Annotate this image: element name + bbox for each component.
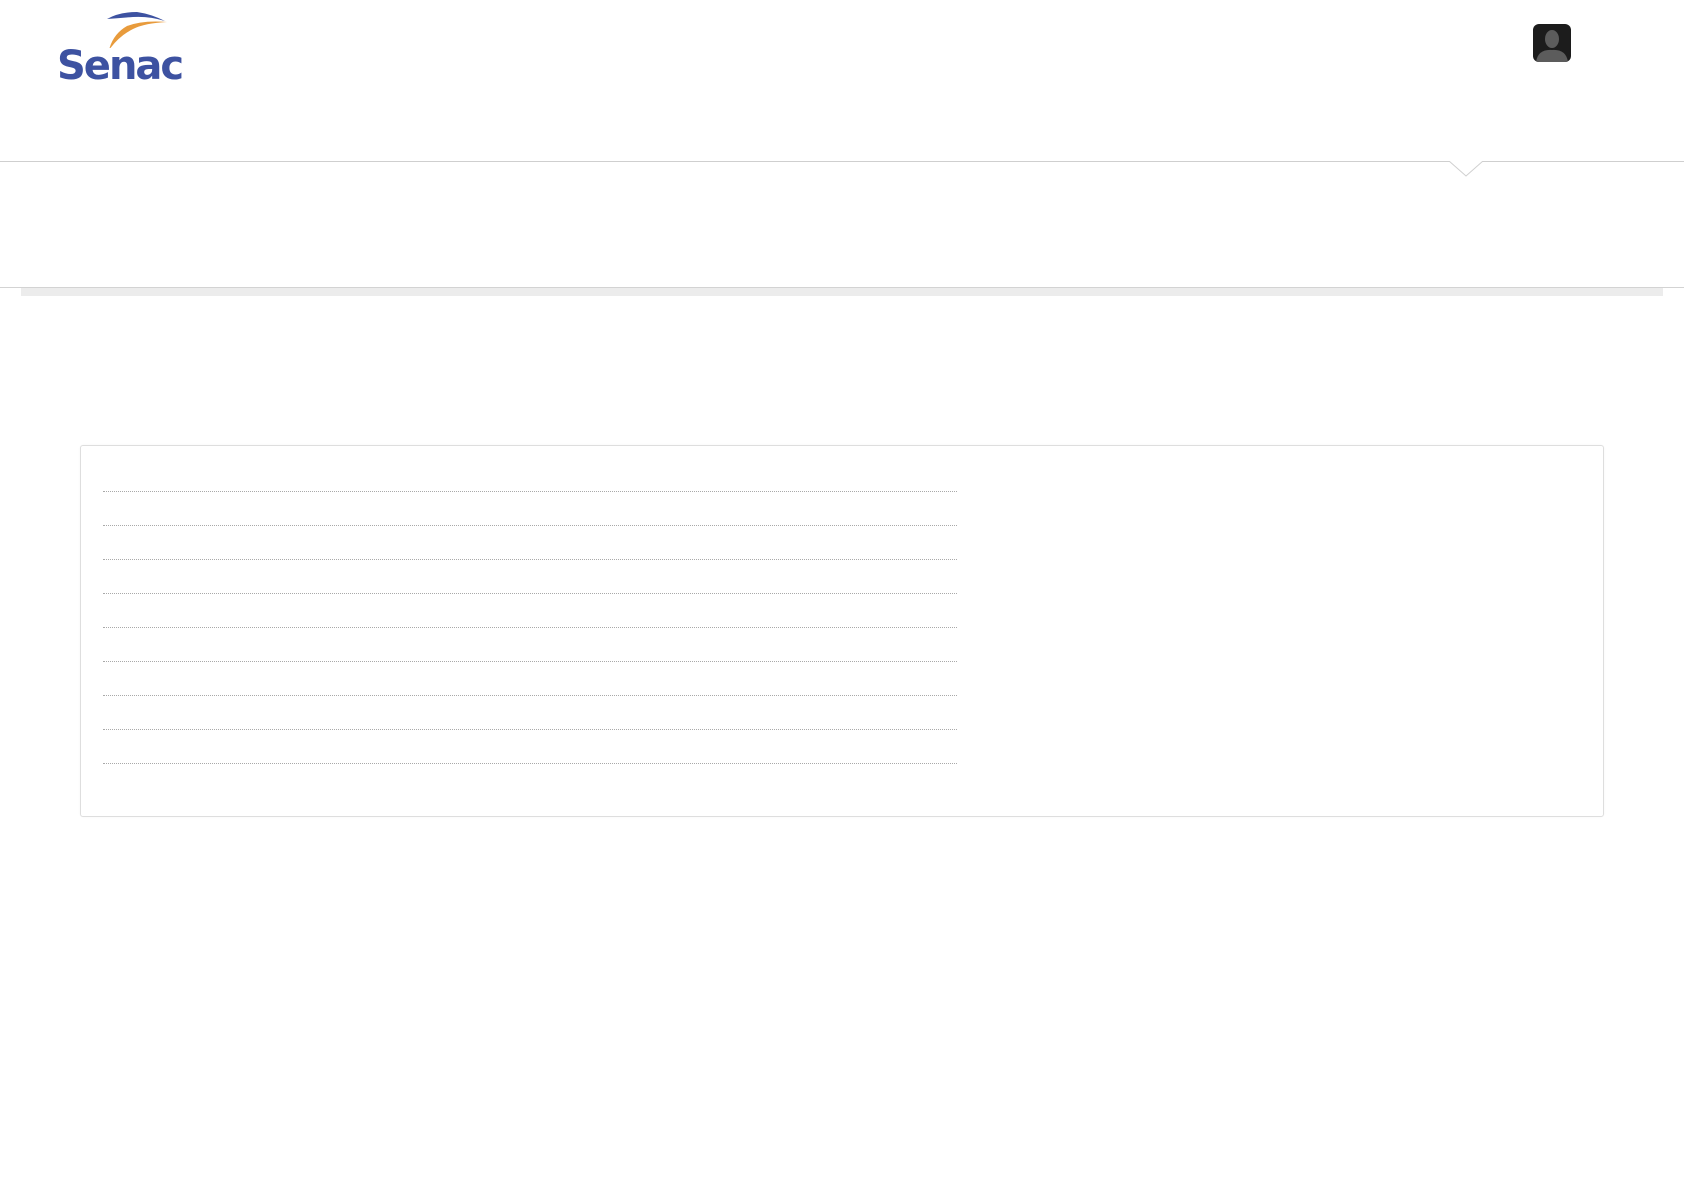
user-silhouette-icon	[1536, 30, 1568, 62]
site-header: Senac	[0, 0, 1684, 177]
list-item	[103, 627, 957, 662]
list-item	[103, 695, 957, 730]
logo-wordmark: Senac	[57, 43, 184, 89]
list-item	[103, 491, 957, 526]
list-item	[103, 593, 957, 628]
band-shadow-strip	[21, 288, 1663, 296]
list-item	[103, 729, 957, 764]
list-item	[103, 525, 957, 560]
sub-header-band	[0, 162, 1684, 288]
senac-logo[interactable]: Senac	[57, 8, 184, 89]
content-panel	[80, 445, 1604, 817]
list-item	[103, 457, 957, 492]
user-avatar-icon[interactable]	[1533, 24, 1571, 62]
list-item	[103, 661, 957, 696]
list-item	[103, 559, 957, 594]
